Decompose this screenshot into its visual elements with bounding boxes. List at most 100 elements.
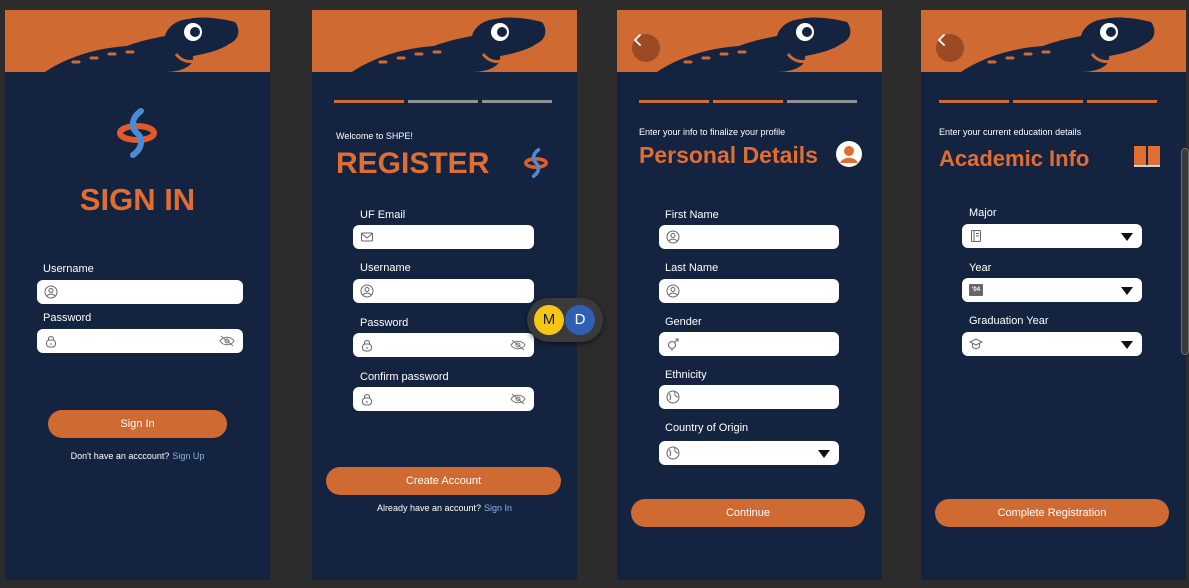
username-input[interactable] bbox=[37, 280, 243, 304]
globe-icon bbox=[666, 390, 680, 404]
back-button[interactable] bbox=[632, 34, 660, 62]
lock-icon bbox=[362, 340, 372, 352]
subtitle-text: Enter your current education details bbox=[939, 127, 1082, 137]
gender-input[interactable] bbox=[659, 332, 839, 356]
page-title: REGISTER bbox=[336, 147, 490, 180]
gator-banner bbox=[617, 10, 882, 72]
major-select[interactable] bbox=[962, 224, 1142, 248]
last-name-input[interactable] bbox=[659, 279, 839, 303]
avatar-d[interactable]: D bbox=[565, 305, 595, 335]
register-screen: Welcome to SHPE! REGISTER UF Email Usern… bbox=[312, 10, 577, 580]
profile-avatar-icon bbox=[836, 141, 862, 167]
year-label: Year bbox=[969, 262, 992, 274]
page-title: SIGN IN bbox=[79, 182, 196, 217]
sign-in-button[interactable]: Sign In bbox=[48, 410, 227, 438]
gender-label: Gender bbox=[665, 316, 702, 328]
last-name-label: Last Name bbox=[665, 262, 719, 274]
year-select[interactable]: '04 bbox=[962, 278, 1142, 302]
progress-step-1 bbox=[939, 100, 1009, 103]
confirm-password-input[interactable] bbox=[353, 387, 534, 411]
shpe-logo bbox=[117, 108, 157, 158]
academic-info-screen: Enter your current education details Aca… bbox=[921, 10, 1186, 580]
username-input[interactable] bbox=[353, 279, 534, 303]
signin-screen: SIGN IN Username Password Sign In Don't … bbox=[5, 10, 270, 580]
book-icon bbox=[1134, 146, 1160, 167]
password-label: Password bbox=[360, 317, 409, 329]
user-icon bbox=[44, 285, 58, 299]
gator-banner bbox=[5, 10, 270, 72]
mail-icon bbox=[361, 232, 373, 242]
username-label: Username bbox=[43, 263, 94, 275]
first-name-label: First Name bbox=[665, 209, 719, 221]
eye-off-icon[interactable] bbox=[219, 335, 235, 347]
eye-off-icon[interactable] bbox=[510, 393, 526, 405]
gator-banner bbox=[312, 10, 577, 72]
user-icon bbox=[360, 284, 374, 298]
password-label: Password bbox=[43, 312, 92, 324]
lock-icon bbox=[46, 336, 56, 348]
progress-step-2 bbox=[408, 100, 478, 103]
first-name-input[interactable] bbox=[659, 225, 839, 249]
collaborator-avatars: M D bbox=[527, 298, 603, 342]
globe-icon bbox=[666, 446, 680, 460]
progress-step-2 bbox=[1013, 100, 1083, 103]
password-input[interactable] bbox=[353, 333, 534, 357]
gender-icon bbox=[668, 338, 679, 351]
avatar-m[interactable]: M bbox=[534, 305, 564, 335]
notebook-icon bbox=[971, 230, 981, 242]
sign-up-link[interactable]: Sign Up bbox=[172, 451, 204, 461]
progress-step-3 bbox=[787, 100, 857, 103]
eye-off-icon[interactable] bbox=[510, 339, 526, 351]
signin-prompt: Already have an account? Sign In bbox=[312, 503, 577, 513]
graduation-year-select[interactable] bbox=[962, 332, 1142, 356]
progress-bar bbox=[334, 100, 552, 103]
username-label: Username bbox=[360, 262, 411, 274]
user-icon bbox=[666, 284, 680, 298]
sign-in-link[interactable]: Sign In bbox=[484, 503, 512, 513]
major-label: Major bbox=[969, 207, 997, 219]
email-input[interactable] bbox=[353, 225, 534, 249]
signin-prompt-text: Already have an account? bbox=[376, 503, 482, 513]
password-input[interactable] bbox=[37, 329, 243, 353]
back-button[interactable] bbox=[936, 34, 964, 62]
ethnicity-label: Ethnicity bbox=[665, 369, 707, 381]
vertical-scrollbar[interactable] bbox=[1181, 148, 1189, 355]
progress-step-1 bbox=[639, 100, 709, 103]
gator-logo bbox=[45, 17, 239, 72]
gator-logo bbox=[352, 17, 546, 72]
welcome-text: Welcome to SHPE! bbox=[336, 131, 413, 141]
lock-icon bbox=[362, 394, 372, 406]
progress-step-1 bbox=[334, 100, 404, 103]
page-title: Personal Details bbox=[639, 142, 818, 168]
progress-step-3 bbox=[482, 100, 552, 103]
personal-details-screen: Enter your info to finalize your profile… bbox=[617, 10, 882, 580]
progress-step-3 bbox=[1087, 100, 1157, 103]
create-account-button[interactable]: Create Account bbox=[326, 467, 561, 495]
signup-prompt-text: Don't have an acccount? bbox=[70, 451, 170, 461]
graduation-year-label: Graduation Year bbox=[969, 315, 1049, 327]
progress-bar bbox=[639, 100, 857, 103]
chevron-down-icon bbox=[1121, 287, 1133, 295]
shpe-logo bbox=[524, 148, 548, 178]
complete-registration-button[interactable]: Complete Registration bbox=[935, 499, 1169, 527]
progress-bar bbox=[939, 100, 1157, 103]
subtitle-text: Enter your info to finalize your profile bbox=[639, 127, 786, 137]
progress-step-2 bbox=[713, 100, 783, 103]
signup-prompt: Don't have an acccount? Sign Up bbox=[5, 451, 270, 461]
user-icon bbox=[666, 230, 680, 244]
country-select[interactable] bbox=[659, 441, 839, 465]
ethnicity-input[interactable] bbox=[659, 385, 839, 409]
continue-button[interactable]: Continue bbox=[631, 499, 865, 527]
calendar-icon: '04 bbox=[969, 284, 983, 296]
chevron-down-icon bbox=[1121, 233, 1133, 241]
page-title: Academic Info bbox=[939, 146, 1090, 171]
gator-banner bbox=[921, 10, 1186, 72]
country-label: Country of Origin bbox=[665, 422, 749, 434]
graduation-cap-icon bbox=[969, 338, 983, 349]
back-arrow-icon bbox=[634, 34, 641, 46]
chevron-down-icon bbox=[818, 450, 830, 458]
confirm-password-label: Confirm password bbox=[360, 371, 449, 383]
email-label: UF Email bbox=[360, 209, 406, 221]
back-arrow-icon bbox=[938, 34, 945, 46]
chevron-down-icon bbox=[1121, 341, 1133, 349]
